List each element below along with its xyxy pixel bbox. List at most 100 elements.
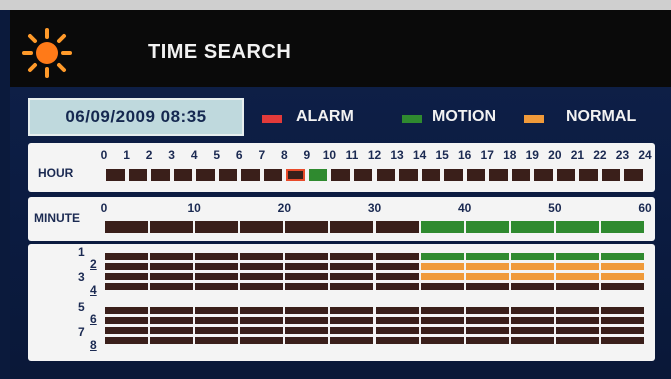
minute-cell[interactable] bbox=[240, 221, 284, 233]
channel-cell[interactable] bbox=[150, 253, 194, 260]
channel-cell[interactable] bbox=[555, 263, 599, 270]
channel-cell[interactable] bbox=[195, 337, 239, 344]
channel-cell[interactable] bbox=[555, 337, 599, 344]
channel-cell[interactable] bbox=[240, 253, 284, 260]
channel-cell[interactable] bbox=[105, 273, 149, 280]
hour-cell[interactable] bbox=[263, 169, 283, 181]
hour-cell[interactable] bbox=[128, 169, 148, 181]
channel-cell[interactable] bbox=[420, 337, 464, 344]
channel-cell[interactable] bbox=[375, 337, 419, 344]
channel-cell[interactable] bbox=[330, 273, 374, 280]
minute-cell[interactable] bbox=[150, 221, 194, 233]
channel-cell[interactable] bbox=[555, 317, 599, 324]
channel-cell[interactable] bbox=[375, 273, 419, 280]
channel-cell[interactable] bbox=[195, 283, 239, 290]
channel-cell[interactable] bbox=[150, 317, 194, 324]
channel-cell[interactable] bbox=[240, 327, 284, 334]
channel-cell[interactable] bbox=[465, 253, 509, 260]
channel-cell[interactable] bbox=[240, 263, 284, 270]
channel-cell[interactable] bbox=[240, 273, 284, 280]
channel-cell[interactable] bbox=[240, 283, 284, 290]
hour-cell[interactable] bbox=[331, 169, 350, 181]
channel-cell[interactable] bbox=[330, 307, 374, 314]
hour-cell[interactable] bbox=[466, 169, 486, 181]
hour-cell[interactable] bbox=[173, 169, 193, 181]
channel-cell[interactable] bbox=[420, 307, 464, 314]
channel-cell[interactable] bbox=[510, 317, 554, 324]
hour-cell[interactable] bbox=[601, 169, 621, 181]
hour-cell[interactable] bbox=[353, 169, 373, 181]
hour-cell[interactable] bbox=[286, 169, 305, 181]
channel-cell[interactable] bbox=[285, 253, 329, 260]
channel-cell[interactable] bbox=[420, 327, 464, 334]
hour-cell[interactable] bbox=[489, 169, 508, 181]
hour-cell[interactable] bbox=[308, 169, 328, 181]
channel-cell[interactable] bbox=[150, 273, 194, 280]
channel-cell[interactable] bbox=[420, 317, 464, 324]
minute-cell[interactable] bbox=[105, 221, 149, 233]
channel-cell[interactable] bbox=[195, 307, 239, 314]
channel-cell[interactable] bbox=[600, 253, 644, 260]
channel-cell[interactable] bbox=[420, 263, 464, 270]
channel-cell[interactable] bbox=[600, 307, 644, 314]
channel-cell[interactable] bbox=[510, 327, 554, 334]
channel-cell[interactable] bbox=[330, 263, 374, 270]
hour-cell[interactable] bbox=[218, 169, 238, 181]
channel-cell[interactable] bbox=[285, 273, 329, 280]
channel-cell[interactable] bbox=[105, 327, 149, 334]
minute-cell[interactable] bbox=[510, 221, 554, 233]
hour-cell[interactable] bbox=[151, 169, 170, 181]
hour-cell[interactable] bbox=[421, 169, 441, 181]
channel-cell[interactable] bbox=[285, 283, 329, 290]
minute-cell[interactable] bbox=[420, 221, 464, 233]
channel-cell[interactable] bbox=[600, 317, 644, 324]
channel-cell[interactable] bbox=[600, 263, 644, 270]
channel-cell[interactable] bbox=[285, 327, 329, 334]
minute-cell[interactable] bbox=[465, 221, 509, 233]
channel-cell[interactable] bbox=[555, 283, 599, 290]
channel-cell[interactable] bbox=[195, 253, 239, 260]
channel-cell[interactable] bbox=[600, 273, 644, 280]
channel-cell[interactable] bbox=[330, 327, 374, 334]
channel-cell[interactable] bbox=[150, 337, 194, 344]
minute-cell[interactable] bbox=[195, 221, 239, 233]
hour-cell[interactable] bbox=[579, 169, 598, 181]
channel-cell[interactable] bbox=[330, 317, 374, 324]
channel-cell[interactable] bbox=[465, 283, 509, 290]
channel-cell[interactable] bbox=[420, 273, 464, 280]
channel-cell[interactable] bbox=[240, 337, 284, 344]
channel-cell[interactable] bbox=[600, 327, 644, 334]
channel-cell[interactable] bbox=[150, 327, 194, 334]
minute-cell[interactable] bbox=[600, 221, 644, 233]
channel-cell[interactable] bbox=[285, 337, 329, 344]
hour-cell[interactable] bbox=[376, 169, 396, 181]
hour-cell[interactable] bbox=[241, 169, 260, 181]
channel-cell[interactable] bbox=[375, 283, 419, 290]
channel-cell[interactable] bbox=[555, 307, 599, 314]
channel-cell[interactable] bbox=[465, 327, 509, 334]
channel-cell[interactable] bbox=[150, 307, 194, 314]
minute-cell[interactable] bbox=[555, 221, 599, 233]
channel-cell[interactable] bbox=[420, 253, 464, 260]
datetime-field[interactable]: 06/09/2009 08:35 bbox=[28, 98, 244, 136]
hour-cell[interactable] bbox=[106, 169, 125, 181]
channel-cell[interactable] bbox=[555, 253, 599, 260]
channel-cell[interactable] bbox=[510, 273, 554, 280]
channel-cell[interactable] bbox=[465, 317, 509, 324]
channel-cell[interactable] bbox=[510, 253, 554, 260]
channel-cell[interactable] bbox=[195, 273, 239, 280]
hour-cell[interactable] bbox=[556, 169, 576, 181]
minute-cell[interactable] bbox=[330, 221, 374, 233]
channel-cell[interactable] bbox=[105, 337, 149, 344]
channel-cell[interactable] bbox=[195, 317, 239, 324]
channel-cell[interactable] bbox=[420, 283, 464, 290]
channel-cell[interactable] bbox=[105, 263, 149, 270]
channel-cell[interactable] bbox=[150, 283, 194, 290]
channel-cell[interactable] bbox=[555, 327, 599, 334]
hour-cell[interactable] bbox=[196, 169, 215, 181]
channel-cell[interactable] bbox=[195, 263, 239, 270]
channel-cell[interactable] bbox=[285, 317, 329, 324]
channel-cell[interactable] bbox=[330, 337, 374, 344]
channel-cell[interactable] bbox=[285, 263, 329, 270]
channel-cell[interactable] bbox=[375, 253, 419, 260]
